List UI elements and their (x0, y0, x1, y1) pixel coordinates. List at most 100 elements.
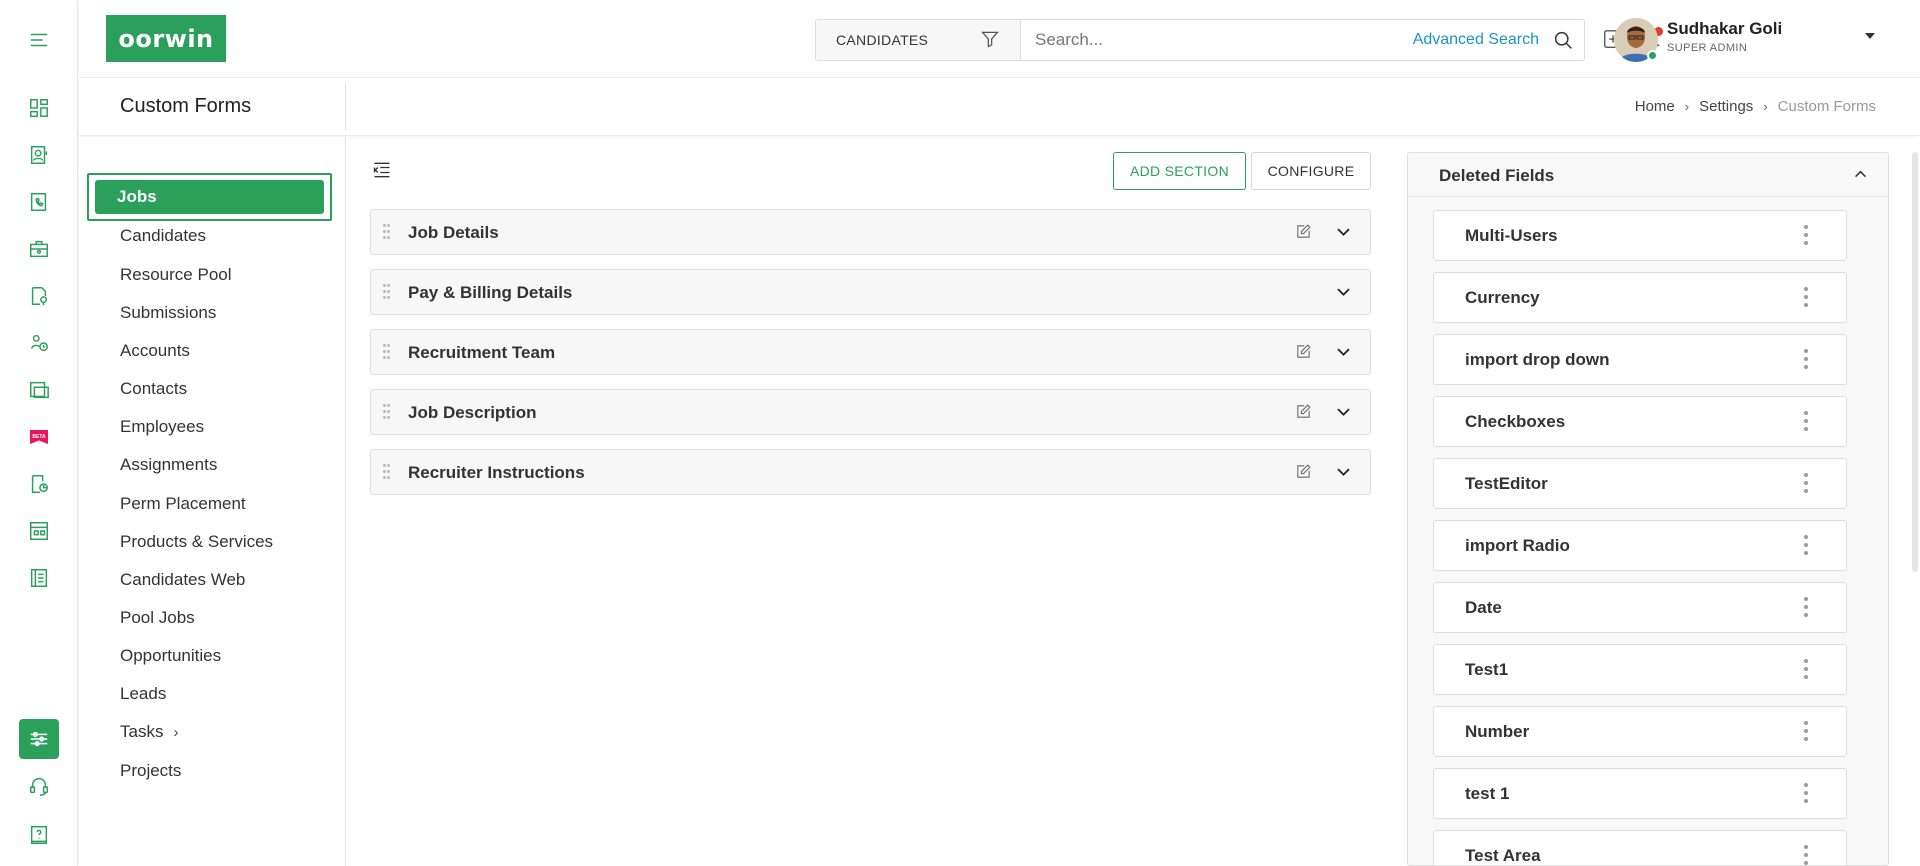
menu-item-opportunities[interactable]: Opportunities (120, 646, 221, 666)
kebab-menu-icon[interactable] (1802, 287, 1810, 309)
menu-item-jobs[interactable]: Jobs (95, 180, 324, 214)
menu-item-resource-pool[interactable]: Resource Pool (120, 265, 232, 285)
search-type-label: CANDIDATES (836, 32, 929, 48)
field-label: Currency (1465, 288, 1540, 307)
deleted-field-item[interactable]: import drop down (1433, 334, 1847, 385)
field-label: Test1 (1465, 660, 1509, 679)
candidate-icon[interactable] (19, 135, 59, 175)
dashboard-icon[interactable] (19, 88, 59, 128)
kebab-menu-icon[interactable] (1802, 783, 1810, 805)
deleted-field-item[interactable]: Test1 (1433, 644, 1847, 695)
page-title: Custom Forms (120, 95, 252, 117)
beta-ribbon-icon[interactable]: BETA (19, 417, 59, 457)
chevron-down-icon[interactable] (1334, 402, 1354, 422)
deleted-field-item[interactable]: Currency (1433, 272, 1847, 323)
advanced-search-link[interactable]: Advanced Search (1413, 20, 1553, 60)
section-recruitment-team[interactable]: Recruitment Team (370, 329, 1371, 375)
breadcrumb-settings[interactable]: Settings (1699, 98, 1753, 115)
edit-icon[interactable] (1295, 403, 1313, 421)
drag-handle-icon[interactable] (383, 283, 391, 303)
kebab-menu-icon[interactable] (1802, 659, 1810, 681)
deleted-fields-header[interactable]: Deleted Fields (1408, 153, 1888, 197)
headset-icon[interactable] (19, 766, 59, 806)
clock-people-icon[interactable] (19, 323, 59, 363)
deleted-field-item[interactable]: Checkboxes (1433, 396, 1847, 447)
global-search: CANDIDATES Advanced Search (815, 19, 1585, 61)
field-label: import drop down (1465, 350, 1610, 369)
filter-icon[interactable] (980, 29, 1000, 52)
edit-icon[interactable] (1295, 223, 1313, 241)
menu-item-leads[interactable]: Leads (120, 684, 166, 704)
section-job-description[interactable]: Job Description (370, 389, 1371, 435)
deleted-field-item[interactable]: Date (1433, 582, 1847, 633)
field-label: TestEditor (1465, 474, 1548, 493)
breadcrumb-home[interactable]: Home (1635, 98, 1675, 115)
title-divider (345, 84, 346, 130)
drag-handle-icon[interactable] (383, 403, 391, 423)
phone-icon[interactable] (19, 182, 59, 222)
menu-item-pool-jobs[interactable]: Pool Jobs (120, 608, 195, 628)
menu-item-candidates-web[interactable]: Candidates Web (120, 570, 245, 590)
oorwin-logo[interactable]: oorwin (106, 15, 226, 62)
doc-refresh-icon[interactable] (19, 464, 59, 504)
monitor-icon[interactable] (19, 370, 59, 410)
search-type-selector[interactable]: CANDIDATES (816, 20, 1021, 60)
menu-item-tasks[interactable]: Tasks › (120, 722, 178, 742)
deleted-field-item[interactable]: import Radio (1433, 520, 1847, 571)
breadcrumb: Home › Settings › Custom Forms (1635, 98, 1876, 115)
kebab-menu-icon[interactable] (1802, 597, 1810, 619)
menu-item-products-services[interactable]: Products & Services (120, 532, 273, 552)
menu-item-employees[interactable]: Employees (120, 417, 204, 437)
menu-item-perm-placement[interactable]: Perm Placement (120, 494, 246, 514)
user-menu-caret-icon[interactable] (1865, 33, 1875, 39)
menu-item-assignments[interactable]: Assignments (120, 455, 217, 475)
menu-item-submissions[interactable]: Submissions (120, 303, 216, 323)
chevron-up-icon[interactable] (1852, 166, 1870, 184)
section-pay-billing-details[interactable]: Pay & Billing Details (370, 269, 1371, 315)
configure-button[interactable]: CONFIGURE (1251, 152, 1371, 190)
edit-icon[interactable] (1295, 343, 1313, 361)
briefcase-icon[interactable] (19, 229, 59, 269)
chevron-down-icon[interactable] (1334, 282, 1354, 302)
kebab-menu-icon[interactable] (1802, 411, 1810, 433)
section-title: Pay & Billing Details (408, 283, 573, 302)
menu-item-accounts[interactable]: Accounts (120, 341, 190, 361)
search-input[interactable] (1021, 20, 1413, 60)
deleted-field-item[interactable]: Number (1433, 706, 1847, 757)
search-icon[interactable] (1553, 20, 1584, 60)
user-name[interactable]: Sudhakar Goli (1667, 19, 1782, 39)
deleted-field-item[interactable]: Test Area (1433, 830, 1847, 865)
deleted-field-item[interactable]: TestEditor (1433, 458, 1847, 509)
ledger-icon[interactable] (19, 558, 59, 598)
edit-icon[interactable] (1295, 463, 1313, 481)
menu-item-contacts[interactable]: Contacts (120, 379, 187, 399)
add-section-button[interactable]: ADD SECTION (1113, 152, 1246, 190)
chevron-down-icon[interactable] (1334, 222, 1354, 242)
kebab-menu-icon[interactable] (1802, 225, 1810, 247)
settings-sliders-icon[interactable] (19, 719, 59, 759)
chevron-down-icon[interactable] (1334, 342, 1354, 362)
drag-handle-icon[interactable] (383, 343, 391, 363)
kebab-menu-icon[interactable] (1802, 349, 1810, 371)
drag-handle-icon[interactable] (383, 223, 391, 243)
kebab-menu-icon[interactable] (1802, 845, 1810, 865)
location-doc-icon[interactable] (19, 276, 59, 316)
menu-item-candidates[interactable]: Candidates (120, 226, 206, 246)
help-book-icon[interactable] (19, 815, 59, 855)
deleted-field-item[interactable]: Multi-Users (1433, 210, 1847, 261)
deleted-fields-title: Deleted Fields (1439, 166, 1555, 185)
page-scrollbar[interactable] (1912, 152, 1918, 572)
kebab-menu-icon[interactable] (1802, 535, 1810, 557)
kebab-menu-icon[interactable] (1802, 473, 1810, 495)
field-label: Multi-Users (1465, 226, 1558, 245)
kebab-menu-icon[interactable] (1802, 721, 1810, 743)
collapse-panel-icon[interactable] (372, 160, 392, 180)
hamburger-menu-icon[interactable] (19, 20, 59, 60)
section-job-details[interactable]: Job Details (370, 209, 1371, 255)
deleted-field-item[interactable]: test 1 (1433, 768, 1847, 819)
grid-window-icon[interactable] (19, 511, 59, 551)
drag-handle-icon[interactable] (383, 463, 391, 483)
menu-item-projects[interactable]: Projects (120, 761, 181, 781)
section-recruiter-instructions[interactable]: Recruiter Instructions (370, 449, 1371, 495)
chevron-down-icon[interactable] (1334, 462, 1354, 482)
